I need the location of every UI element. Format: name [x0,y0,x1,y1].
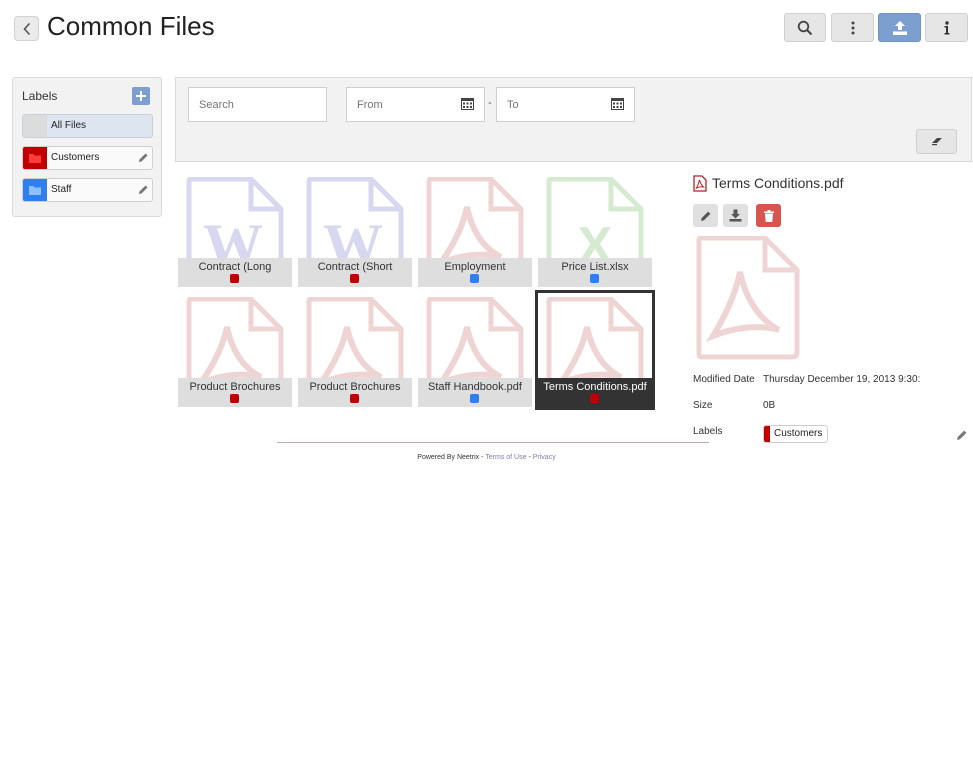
info-button[interactable] [925,13,968,42]
clear-filters-button[interactable] [916,129,957,154]
plus-icon [136,91,146,101]
file-name: Contract (Short [317,261,393,273]
file-name-bar: Product Brochures [178,378,292,407]
file-tile[interactable]: X Price List.xlsx [538,177,652,291]
file-name: Staff Handbook.pdf [428,381,522,393]
file-name-bar: Product Brochures [298,378,412,407]
back-button[interactable] [14,16,39,41]
calendar-icon[interactable] [461,97,474,110]
folder-icon [29,154,41,163]
sidebar-item-all-files[interactable]: All Files [22,114,153,138]
file-name: Product Brochures [189,381,281,393]
pencil-icon[interactable] [138,152,149,163]
labels-key: Labels [693,426,723,437]
file-tile[interactable]: Product Brochures [298,297,412,411]
file-label-dot [350,394,359,403]
filter-panel: - [175,77,972,162]
modified-date-key: Modified Date [693,374,755,385]
file-label-dot [350,274,359,283]
footer-divider [277,442,709,443]
file-label-dot [470,394,479,403]
chevron-left-icon [22,22,30,35]
label-swatch [23,179,47,201]
search-button[interactable] [784,13,826,42]
add-label-button[interactable] [132,87,150,105]
file-name: Contract (Long [198,261,272,273]
info-icon [944,20,949,34]
footer: Powered By Neetrix - Terms of Use - Priv… [0,454,973,461]
trash-icon [763,209,774,222]
detail-title: Terms Conditions.pdf [712,175,844,191]
file-name: Price List.xlsx [561,261,629,273]
more-options-button[interactable] [831,13,874,42]
pencil-icon [700,211,710,221]
file-name-bar: Contract (Short [298,258,412,287]
sidebar-item-label: All Files [51,120,87,131]
file-tile[interactable]: W Contract (Short [298,177,412,291]
download-button[interactable] [723,204,748,227]
upload-icon [892,20,907,35]
file-label-dot [230,394,239,403]
file-name: Employment [444,261,506,273]
calendar-icon[interactable] [611,97,624,110]
file-name-bar: Price List.xlsx [538,258,652,287]
file-tile[interactable]: Product Brochures [178,297,292,411]
terms-link[interactable]: Terms of Use [485,454,526,461]
upload-button[interactable] [878,13,921,42]
search-icon [797,20,813,35]
file-tile[interactable]: Staff Handbook.pdf [418,297,532,411]
delete-button[interactable] [756,204,781,227]
file-name-bar: Staff Handbook.pdf [418,378,532,407]
file-name: Product Brochures [309,381,401,393]
sidebar-item-customers[interactable]: Customers [22,146,153,170]
edit-labels-icon[interactable] [956,429,968,441]
sidebar-item-label: Customers [51,152,100,163]
labels-heading: Labels [22,89,58,103]
file-name-bar: Employment [418,258,532,287]
sidebar-item-label: Staff [51,184,72,195]
modified-date-value: Thursday December 19, 2013 9:30: [763,374,921,385]
label-swatch [23,115,47,137]
sidebar-item-staff[interactable]: Staff [22,178,153,202]
file-tile[interactable]: W Contract (Long [178,177,292,291]
date-range-separator: - [488,97,492,109]
pdf-file-icon [693,175,707,192]
label-swatch [23,147,47,169]
privacy-link[interactable]: Privacy [533,454,556,461]
powered-by-text: Powered By Neetrix - [417,454,484,461]
file-label-dot [230,274,239,283]
pencil-icon[interactable] [138,184,149,195]
label-chip-customers: Customers [763,425,829,443]
eraser-icon [931,138,942,146]
file-label-dot [590,274,599,283]
file-tile[interactable]: Employment [418,177,532,291]
download-icon [729,209,742,222]
size-value: 0B [763,400,776,411]
pdf-preview-icon [696,236,800,360]
page-title: Common Files [47,11,215,41]
rename-button[interactable] [693,204,718,227]
file-label-dot [470,274,479,283]
footer-separator: - [528,454,531,461]
file-name-bar: Contract (Long [178,258,292,287]
folder-icon [29,186,41,195]
selection-frame [535,290,655,410]
labels-panel: Labels All Files Customers Staff [12,77,162,217]
search-input[interactable] [188,87,327,122]
vertical-dots-icon [851,21,854,34]
size-key: Size [693,400,713,411]
